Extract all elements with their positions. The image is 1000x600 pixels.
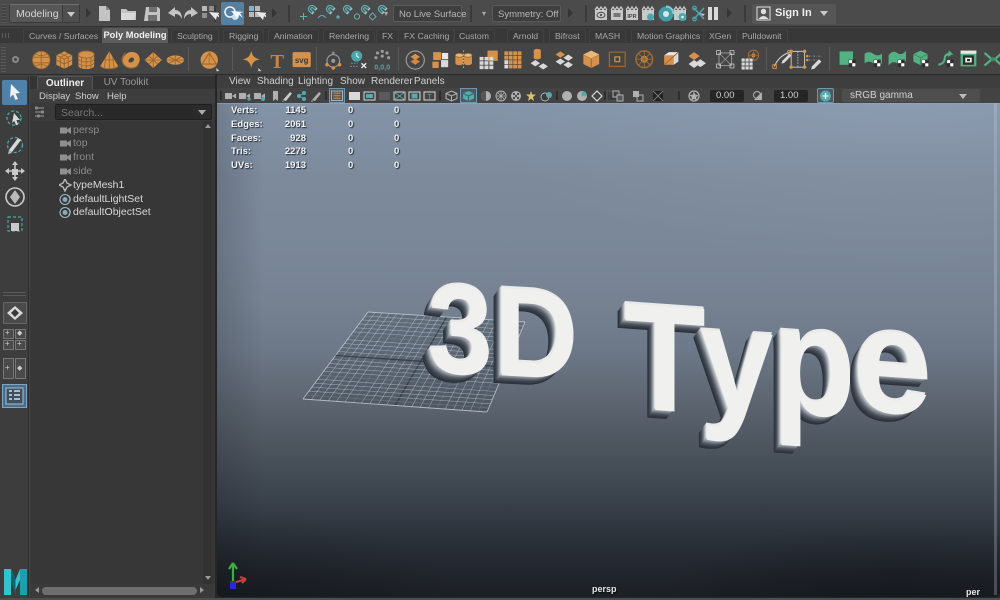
svg-text:IPR: IPR: [627, 14, 636, 20]
svg-text:3: 3: [428, 257, 493, 403]
svg-text:p: p: [772, 272, 856, 452]
svg-text:D: D: [494, 260, 578, 407]
svg-text:T: T: [270, 51, 284, 72]
svg-text:e: e: [853, 275, 932, 448]
svg-text:T: T: [427, 94, 432, 101]
svg-text:0,0,0: 0,0,0: [374, 64, 390, 72]
svg-text:y: y: [700, 273, 773, 446]
svg-text:svg: svg: [295, 56, 309, 65]
